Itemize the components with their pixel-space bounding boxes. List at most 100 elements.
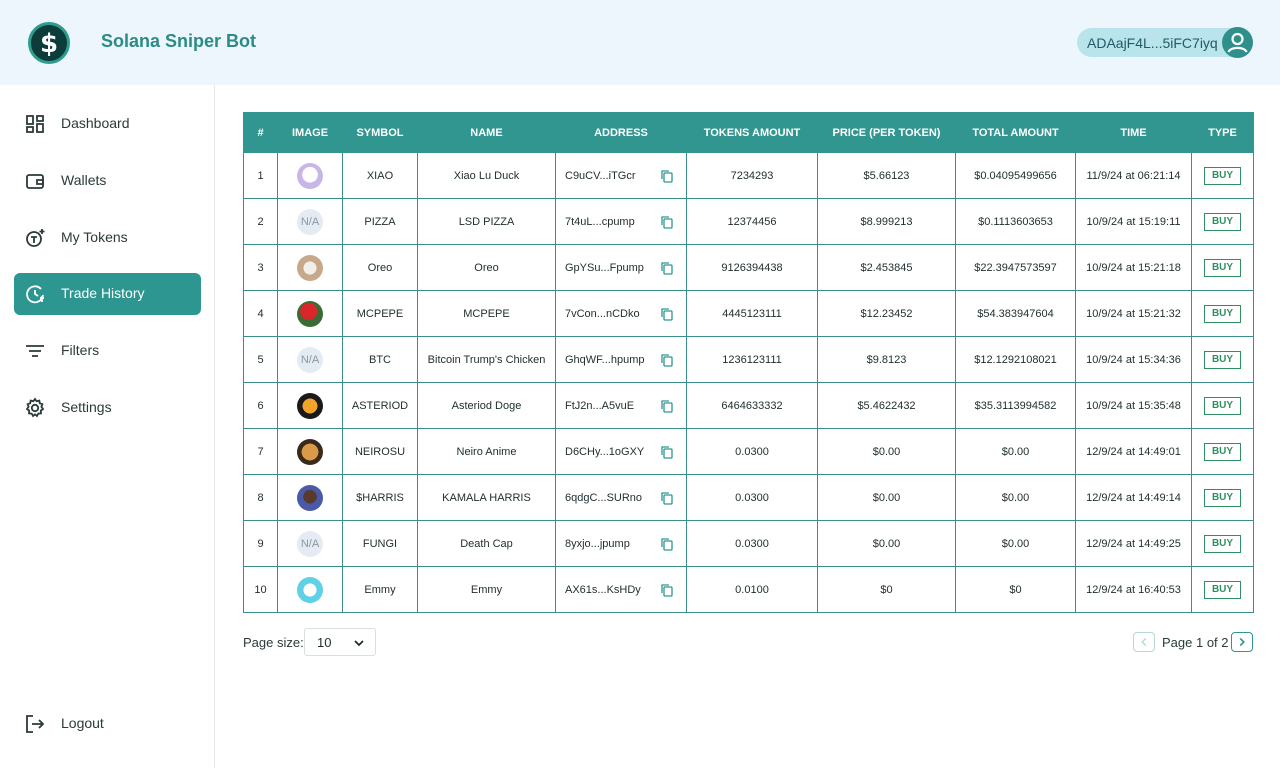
table-row[interactable]: 1 XIAO Xiao Lu Duck C9uCV...iTGcr 7234293 $5.… xyxy=(243,152,1254,199)
table-row[interactable]: 7 NEIROSU Neiro Anime D6CHy...1oGXY 0.0300 $0… xyxy=(243,428,1254,475)
column-header[interactable]: TOKENS AMOUNT xyxy=(686,112,818,153)
sidebar-item-label: Trade History xyxy=(61,285,145,301)
copy-icon[interactable] xyxy=(660,399,674,413)
copy-icon[interactable] xyxy=(660,583,674,597)
column-header[interactable]: NAME xyxy=(417,112,556,153)
token-image-cell xyxy=(277,290,343,337)
token-image-cell xyxy=(277,566,343,613)
trade-time: 10/9/24 at 15:35:48 xyxy=(1075,382,1192,429)
wallet-address-button[interactable]: ADAajF4L...5iFC7iyq xyxy=(1077,27,1253,58)
page-size-select[interactable]: 10 xyxy=(304,628,376,656)
token-image xyxy=(297,576,323,603)
table-row[interactable]: 8 $HARRIS KAMALA HARRIS 6qdgC...SURno 0.0300… xyxy=(243,474,1254,521)
dashboard-icon xyxy=(24,113,46,135)
buy-badge: BUY xyxy=(1203,304,1242,323)
table-row[interactable]: 6 ASTERIOD Asteriod Doge FtJ2n...A5vuE 64646… xyxy=(243,382,1254,429)
sidebar-item-wallets[interactable]: Wallets xyxy=(14,160,201,202)
price-per-token: $0.00 xyxy=(817,520,956,567)
tokens-amount: 9126394438 xyxy=(686,244,818,291)
address-wrapper: C9uCV...iTGcr xyxy=(557,169,686,183)
sidebar-item-trade-history[interactable]: Trade History xyxy=(14,273,201,315)
token-image-placeholder: N/A xyxy=(297,530,323,557)
trade-time: 12/9/24 at 14:49:25 xyxy=(1075,520,1192,567)
token-image xyxy=(297,162,323,189)
sidebar-item-dashboard[interactable]: Dashboard xyxy=(14,103,201,145)
trade-time: 10/9/24 at 15:21:18 xyxy=(1075,244,1192,291)
trade-type-cell: BUY xyxy=(1191,198,1254,245)
column-header[interactable]: TOTAL AMOUNT xyxy=(955,112,1076,153)
total-amount: $0.04095499656 xyxy=(955,152,1076,199)
copy-icon[interactable] xyxy=(660,261,674,275)
column-header[interactable]: SYMBOL xyxy=(342,112,418,153)
buy-badge: BUY xyxy=(1203,580,1242,599)
table-row[interactable]: 9 N/A FUNGI Death Cap 8yxjo...jpump 0.0300 $0.… xyxy=(243,520,1254,567)
tokens-amount: 6464633332 xyxy=(686,382,818,429)
user-avatar-icon[interactable] xyxy=(1222,27,1253,58)
column-header[interactable]: PRICE (PER TOKEN) xyxy=(817,112,956,153)
price-per-token: $2.453845 xyxy=(817,244,956,291)
table-row[interactable]: 4 MCPEPE MCPEPE 7vCon...nCDko 4445123111 $12.… xyxy=(243,290,1254,337)
token-name: Asteriod Doge xyxy=(417,382,556,429)
svg-text:$: $ xyxy=(40,29,58,59)
trade-history-table: # IMAGE SYMBOL NAME ADDRESS TOKENS AMOUN… xyxy=(243,112,1254,613)
previous-page-button[interactable] xyxy=(1133,632,1155,652)
total-amount: $35.3113994582 xyxy=(955,382,1076,429)
token-name: KAMALA HARRIS xyxy=(417,474,556,521)
trade-time: 12/9/24 at 16:40:53 xyxy=(1075,566,1192,613)
gear-icon xyxy=(24,397,46,419)
address-wrapper: GpYSu...Fpump xyxy=(557,261,686,275)
copy-icon[interactable] xyxy=(660,215,674,229)
token-name: Bitcoin Trump's Chicken xyxy=(417,336,556,383)
token-symbol: Emmy xyxy=(342,566,418,613)
column-header[interactable]: TIME xyxy=(1075,112,1192,153)
token-name: Emmy xyxy=(417,566,556,613)
sidebar-item-logout[interactable]: Logout xyxy=(14,703,201,745)
chevron-right-icon xyxy=(1239,637,1245,647)
page-size-value: 10 xyxy=(317,635,332,650)
sidebar-item-my-tokens[interactable]: My Tokens xyxy=(14,217,201,259)
token-address-cell: 8yxjo...jpump xyxy=(555,520,687,567)
token-name: Death Cap xyxy=(417,520,556,567)
sidebar-item-settings[interactable]: Settings xyxy=(14,387,201,429)
row-number: 2 xyxy=(243,198,278,245)
sidebar-item-filters[interactable]: Filters xyxy=(14,330,201,372)
price-per-token: $9.8123 xyxy=(817,336,956,383)
price-per-token: $8.999213 xyxy=(817,198,956,245)
token-image-cell xyxy=(277,244,343,291)
token-symbol: BTC xyxy=(342,336,418,383)
copy-icon[interactable] xyxy=(660,491,674,505)
logo-dollar-icon[interactable]: $ xyxy=(28,22,70,64)
filter-icon xyxy=(24,340,46,362)
trade-type-cell: BUY xyxy=(1191,566,1254,613)
buy-badge: BUY xyxy=(1203,212,1242,231)
tokens-amount: 0.0300 xyxy=(686,520,818,567)
next-page-button[interactable] xyxy=(1231,632,1253,652)
column-header[interactable]: TYPE xyxy=(1191,112,1254,153)
token-name: LSD PIZZA xyxy=(417,198,556,245)
copy-icon[interactable] xyxy=(660,353,674,367)
address-wrapper: 7t4uL...cpump xyxy=(557,215,686,229)
token-image-cell: N/A xyxy=(277,336,343,383)
copy-icon[interactable] xyxy=(660,445,674,459)
trade-type-cell: BUY xyxy=(1191,152,1254,199)
copy-icon[interactable] xyxy=(660,537,674,551)
table-row[interactable]: 5 N/A BTC Bitcoin Trump's Chicken GhqWF...hp… xyxy=(243,336,1254,383)
total-amount: $0 xyxy=(955,566,1076,613)
table-row[interactable]: 2 N/A PIZZA LSD PIZZA 7t4uL...cpump 12374456 $… xyxy=(243,198,1254,245)
address-wrapper: GhqWF...hpump xyxy=(557,353,686,367)
app-title: Solana Sniper Bot xyxy=(101,31,257,51)
column-header[interactable]: IMAGE xyxy=(277,112,343,153)
copy-icon[interactable] xyxy=(660,307,674,321)
trade-type-cell: BUY xyxy=(1191,244,1254,291)
column-header[interactable]: # xyxy=(243,112,278,153)
token-address-cell: GhqWF...hpump xyxy=(555,336,687,383)
token-symbol: PIZZA xyxy=(342,198,418,245)
sidebar: Dashboard Wallets My Tokens Trade Histor… xyxy=(0,85,215,768)
sidebar-item-label: Settings xyxy=(61,399,112,415)
table-row[interactable]: 10 Emmy Emmy AX61s...KsHDy 0.0100 $0 $0 12/9/24… xyxy=(243,566,1254,613)
chevron-down-icon xyxy=(353,637,365,649)
column-header[interactable]: ADDRESS xyxy=(555,112,687,153)
copy-icon[interactable] xyxy=(660,169,674,183)
table-row[interactable]: 3 Oreo Oreo GpYSu...Fpump 9126394438 $2.45384… xyxy=(243,244,1254,291)
token-symbol: ASTERIOD xyxy=(342,382,418,429)
